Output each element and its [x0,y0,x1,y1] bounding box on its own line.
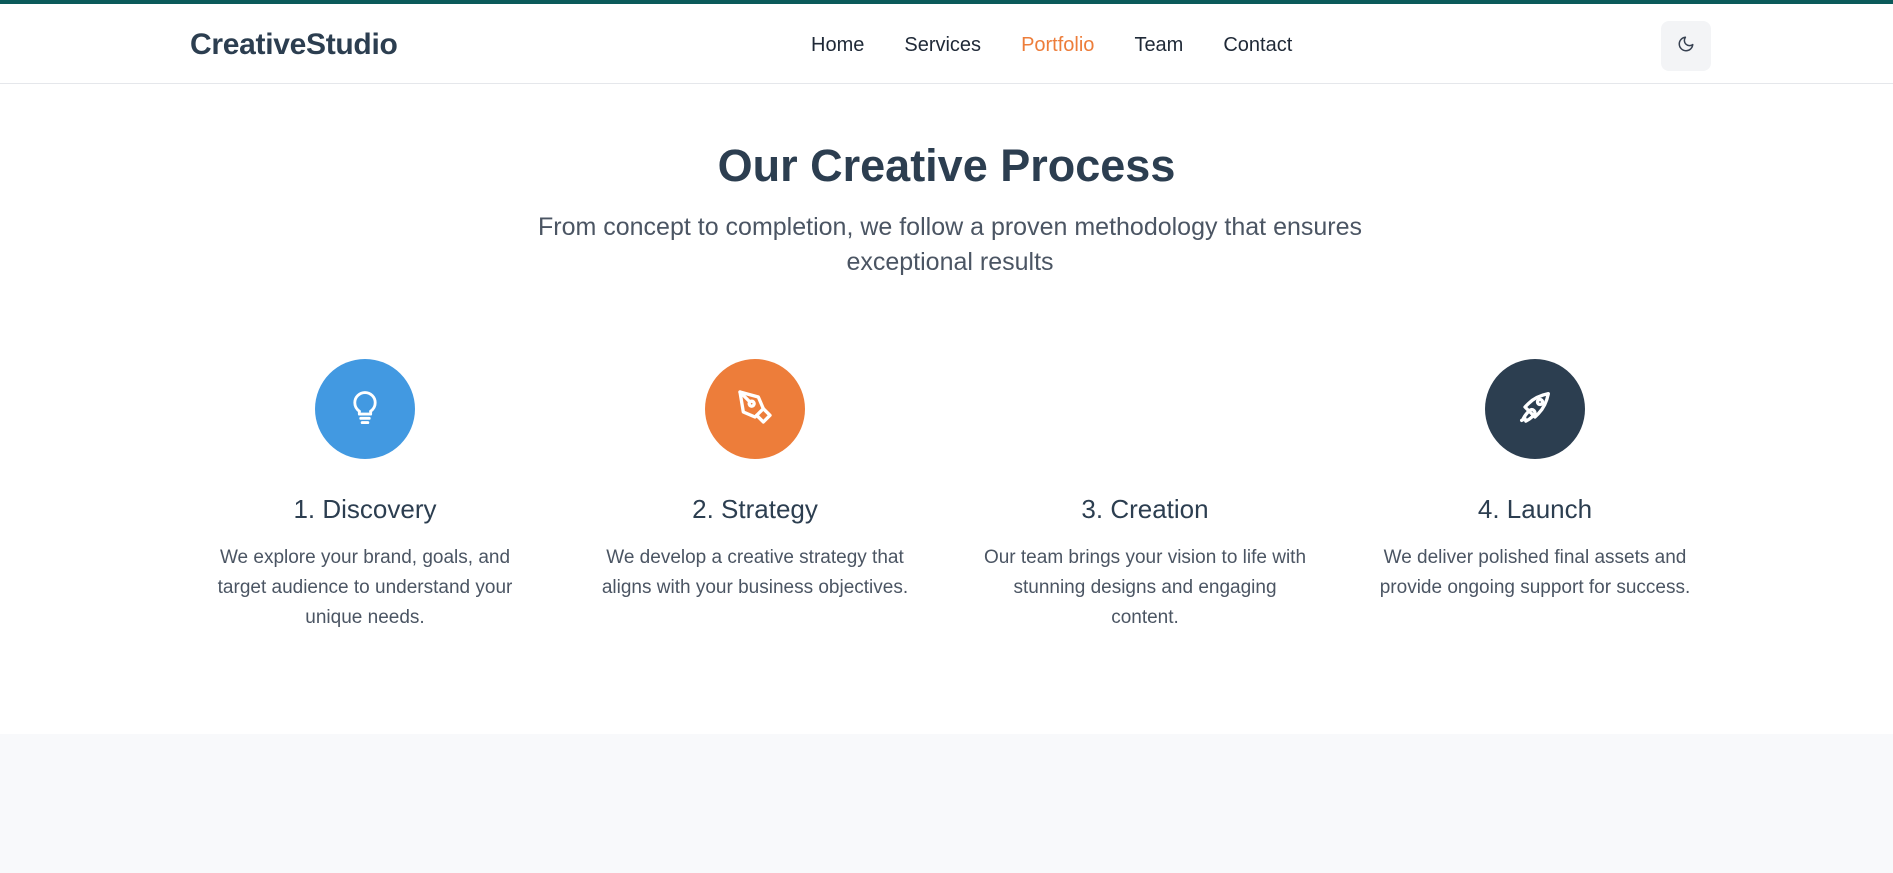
next-section-background [0,734,1893,873]
step-title: 1. Discovery [293,494,437,524]
step-description: We develop a creative strategy that alig… [601,547,909,598]
nav-contact[interactable]: Contact [1223,34,1292,57]
nav-home[interactable]: Home [811,34,864,57]
brand-logo[interactable]: CreativeStudio [190,28,398,62]
step-description: We explore your brand, goals, and target… [217,547,513,628]
step-title: 2. Strategy [692,494,818,524]
step-icon-circle [705,359,805,459]
theme-toggle-button[interactable] [1661,21,1711,71]
step-discovery: 1. Discovery We explore your brand, goal… [170,359,560,633]
rocket-icon [1515,387,1555,432]
nav-portfolio[interactable]: Portfolio [1021,34,1094,57]
lightbulb-icon [348,387,382,432]
step-creation: 3. Creation Our team brings your vision … [950,359,1340,633]
step-launch: 4. Launch We deliver polished final asse… [1340,359,1730,603]
section-title: Our Creative Process [717,140,1176,191]
moon-icon [1677,35,1695,58]
step-strategy: 2. Strategy We develop a creative strate… [560,359,950,603]
step-title: 4. Launch [1477,494,1593,524]
nav-services[interactable]: Services [904,34,981,57]
step-icon-circle [1095,359,1195,459]
step-description: Our team brings your vision to life with… [983,547,1307,628]
step-icon-circle [315,359,415,459]
site-header: CreativeStudio Home Services Portfolio T… [0,4,1893,84]
nav-team[interactable]: Team [1134,34,1183,57]
section-subtitle: From concept to completion, we follow a … [537,213,1363,276]
pen-tool-icon [735,387,775,432]
main-nav: Home Services Portfolio Team Contact [811,34,1332,57]
process-steps: 1. Discovery We explore your brand, goal… [170,359,1730,659]
step-description: We deliver polished final assets and pro… [1379,547,1691,598]
step-icon-circle [1485,359,1585,459]
step-title: 3. Creation [1081,494,1209,524]
